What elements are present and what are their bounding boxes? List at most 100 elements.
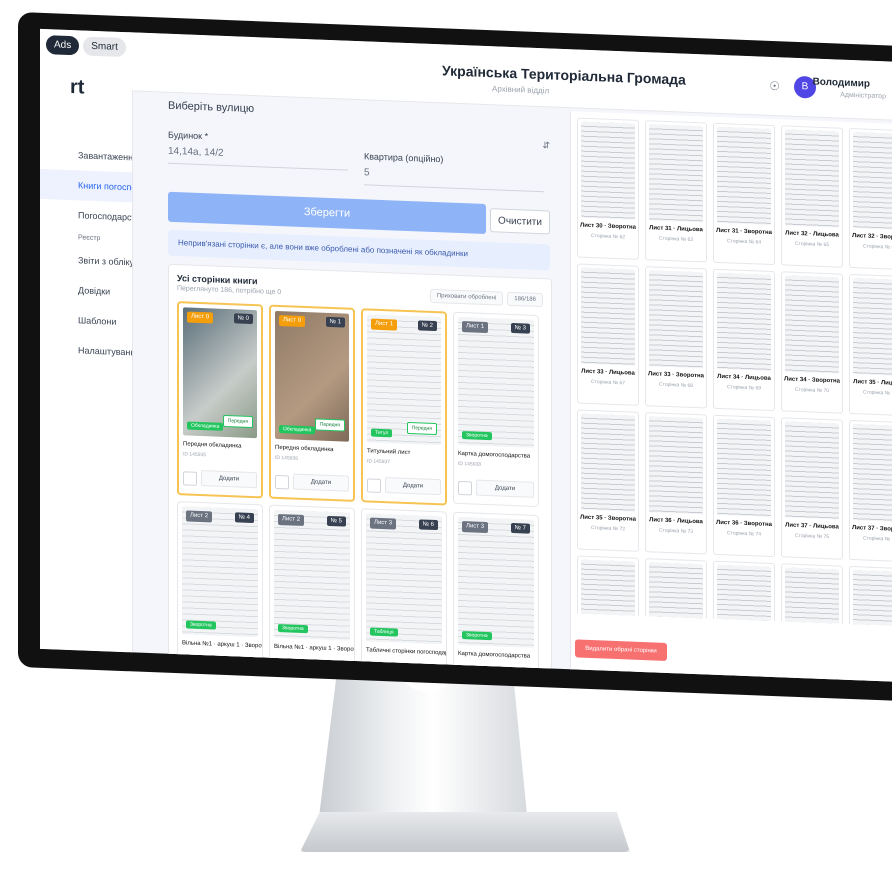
add-page-button[interactable]: Додати xyxy=(201,470,257,489)
thumbnail-card[interactable] xyxy=(849,565,892,627)
thumbnail-image[interactable] xyxy=(785,275,839,374)
page-thumbnail[interactable] xyxy=(182,506,258,638)
thumbnail-subcaption: Сторінка № 73 xyxy=(658,527,694,535)
bell-icon[interactable]: ☉ xyxy=(769,79,780,93)
page-caption: Передня обкладинка xyxy=(275,444,334,454)
thumbnail-card[interactable] xyxy=(645,558,707,627)
thumbnail-image[interactable] xyxy=(717,272,771,371)
thumbnail-card[interactable]: Лист 35 · Зворотна Сторінка № 72 xyxy=(577,409,639,552)
house-input[interactable]: 14,14а, 14/2 xyxy=(168,145,348,171)
thumbnail-image[interactable] xyxy=(853,278,892,377)
page-checkbox[interactable] xyxy=(458,480,472,496)
page-card[interactable]: Лист 0 № 0 Обкладинка Передня Передня обклад… xyxy=(177,301,263,499)
thumbnail-image[interactable] xyxy=(785,421,839,520)
thumbnail-image[interactable] xyxy=(717,418,771,517)
page-thumbnail[interactable] xyxy=(458,316,534,448)
page-card[interactable]: Лист 3 № 6 Таблиця Табличні сторінки погосп… xyxy=(361,508,447,683)
side-chip[interactable]: Передня xyxy=(314,418,345,432)
page-number-badge: № 3 xyxy=(510,322,530,334)
hide-processed-toggle[interactable]: Приховати оброблені xyxy=(429,288,504,306)
thumbnail-image[interactable] xyxy=(581,267,635,366)
thumbnail-card[interactable]: Лист 36 · Зворотна Сторінка № 74 xyxy=(713,414,775,558)
thumbnail-card[interactable]: Лист 36 · Лицьова Сторінка № 73 xyxy=(645,412,707,555)
thumbnail-image[interactable] xyxy=(649,270,703,369)
thumbnail-card[interactable]: Лист 32 · Лицьова Сторінка № 65 xyxy=(781,125,843,268)
page-card[interactable]: Лист 1 № 2 Титул Передня Титульний лист ID 14… xyxy=(361,308,447,506)
page-caption: Картка домогосподарства xyxy=(458,650,531,660)
page-card[interactable]: Лист 3 № 7 Зворотна Картка домогосподарства xyxy=(453,511,539,683)
page-number-badge: № 5 xyxy=(326,515,346,527)
sidebar-item-upload[interactable]: Завантаження xyxy=(40,139,132,173)
sidebar-item-certificates[interactable]: Довідки xyxy=(40,274,132,308)
page-type-tag: Зворотна xyxy=(186,620,216,630)
thumbnail-image[interactable] xyxy=(717,126,771,225)
app-pill-2[interactable]: Smart xyxy=(83,36,126,58)
user-name: Володимир xyxy=(812,76,870,90)
thumbnail-card[interactable] xyxy=(713,560,775,627)
pages-counter: 186/186 xyxy=(507,291,543,308)
page-caption: Картка домогосподарства xyxy=(458,450,531,460)
page-thumbnail[interactable] xyxy=(458,516,534,648)
side-chip[interactable]: Передня xyxy=(222,414,253,429)
app-pill-1[interactable]: Ads xyxy=(46,35,80,56)
thumbnail-image[interactable] xyxy=(649,416,703,515)
thumbnail-image[interactable] xyxy=(581,413,635,512)
thumbnail-card[interactable]: Лист 37 · Лицьова Сторінка № 75 xyxy=(781,417,843,560)
book-pages-subtitle: Переглянуто 186, потрібно ще 0 xyxy=(177,285,282,297)
thumbnail-card[interactable]: Лист 34 · Зворотна Сторінка № 70 xyxy=(781,271,843,414)
page-thumbnail[interactable] xyxy=(274,509,350,641)
thumbnail-card[interactable]: Лист 30 · Зворотна Сторінка № 62 xyxy=(577,117,639,260)
page-checkbox[interactable] xyxy=(183,471,197,486)
thumbnail-image[interactable] xyxy=(581,121,635,220)
sidebar-item-templates[interactable]: Шаблони xyxy=(40,304,132,338)
page-card[interactable]: Лист 2 № 4 Зворотна Вільна №1 · аркуш 1 · З… xyxy=(177,501,263,683)
user-role: Адміністратор xyxy=(840,91,886,101)
thumbnail-image[interactable] xyxy=(853,132,892,231)
thumbnails-grid: Лист 30 · Зворотна Сторінка № 62 Лист 31 ·… xyxy=(577,117,892,627)
book-pages-card: Усі сторінки книги Переглянуто 186, потр… xyxy=(168,263,552,683)
thumbnail-image[interactable] xyxy=(853,570,892,627)
thumbnail-card[interactable]: Лист 37 · ЗворотнаСторінка № 76 xyxy=(849,419,892,563)
page-card[interactable]: Лист 0 № 1 Обкладинка Передня Передня обклад… xyxy=(269,304,355,502)
side-chip[interactable]: Передня xyxy=(406,421,437,436)
thumbnail-card[interactable]: Лист 34 · Лицьова Сторінка № 69 xyxy=(713,268,775,412)
page-card[interactable]: Лист 1 № 3 Зворотна Картка домогосподарства… xyxy=(453,311,539,508)
thumbnail-card[interactable]: Лист 31 · Лицьова Сторінка № 63 xyxy=(645,120,707,263)
thumbnail-card[interactable]: Лист 32 · ЗворотнаСторінка № 66 xyxy=(849,127,892,271)
thumbnail-image[interactable] xyxy=(785,567,839,627)
apartment-input[interactable]: 5 xyxy=(364,167,544,193)
thumbnail-card[interactable]: Лист 35 · ЛицьоваСторінка № 71 xyxy=(849,273,892,417)
thumbnail-card[interactable] xyxy=(577,555,639,627)
thumbnail-image[interactable] xyxy=(649,562,703,627)
thumbnail-card[interactable]: Лист 33 · Зворотна Сторінка № 68 xyxy=(645,266,707,409)
thumbnail-card[interactable]: Лист 31 · Зворотна Сторінка № 64 xyxy=(713,122,775,266)
chevron-updown-icon[interactable]: ⇵ xyxy=(542,140,550,151)
page-number-badge: № 6 xyxy=(418,519,438,531)
sidebar: Ads Smart rt Завантаження Книги погоспод… xyxy=(40,28,133,653)
page-checkbox[interactable] xyxy=(367,478,381,493)
thumbnail-card[interactable]: Лист 33 · Лицьова Сторінка № 67 xyxy=(577,263,639,406)
delete-selected-button[interactable]: Видалити обрані сторінки xyxy=(575,639,667,661)
sidebar-item-books[interactable]: Книги погосподарського обліку xyxy=(40,168,132,203)
add-page-button[interactable]: Додати xyxy=(476,479,534,498)
page-thumbnail[interactable] xyxy=(366,513,442,645)
add-page-button[interactable]: Додати xyxy=(385,477,441,496)
thumbnail-image[interactable] xyxy=(581,559,635,627)
sidebar-item-reports[interactable]: Звіти з обліку xyxy=(40,244,132,278)
thumbnail-caption: Лист 31 · Зворотна xyxy=(716,227,772,236)
sidebar-item-settings[interactable]: Налаштування xyxy=(40,334,132,368)
thumbnail-image[interactable] xyxy=(785,129,839,228)
add-page-button[interactable]: Додати xyxy=(293,473,349,492)
thumbnail-image[interactable] xyxy=(649,124,703,223)
page-number-badge: № 1 xyxy=(325,316,345,328)
save-button[interactable]: Зберегти xyxy=(168,191,486,234)
sheet-badge: Лист 2 xyxy=(278,513,305,527)
thumbnail-image[interactable] xyxy=(853,424,892,523)
thumbnail-image[interactable] xyxy=(717,564,771,627)
page-card[interactable]: Лист 2 № 5 Зворотна Вільна №1 · аркуш 1 · З… xyxy=(269,504,355,683)
sidebar-item-households[interactable]: Погосподарства xyxy=(40,199,132,233)
book-pages-title: Усі сторінки книги xyxy=(177,273,258,287)
thumbnail-card[interactable] xyxy=(781,563,843,627)
clear-button[interactable]: Очистити xyxy=(490,208,550,235)
page-checkbox[interactable] xyxy=(275,474,289,490)
